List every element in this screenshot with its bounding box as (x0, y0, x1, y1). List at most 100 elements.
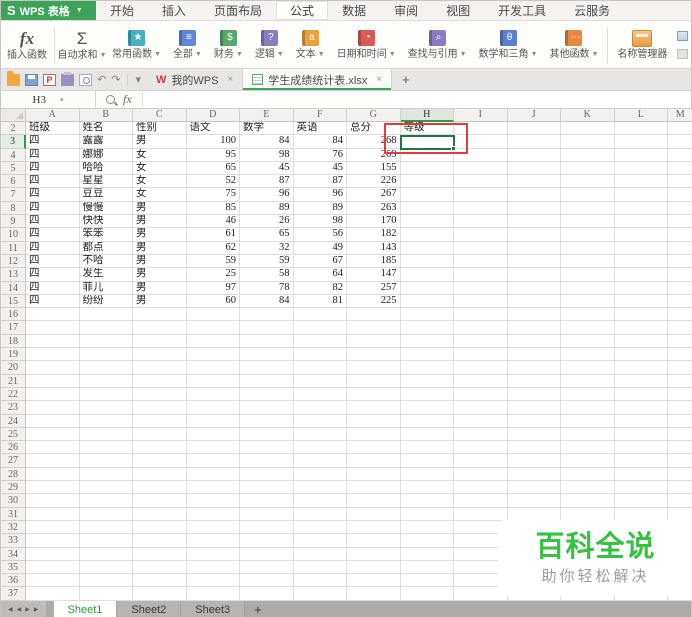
cell-D4[interactable]: 95 (186, 148, 240, 162)
cell-C35[interactable] (133, 560, 187, 575)
cell-H22[interactable] (400, 387, 454, 402)
cell-F30[interactable] (293, 494, 347, 508)
cell-G7[interactable]: 267 (347, 188, 401, 202)
cell-D25[interactable] (186, 427, 240, 442)
cell-F28[interactable] (293, 467, 347, 482)
cell-G18[interactable] (347, 334, 401, 349)
cell-D36[interactable] (186, 574, 240, 588)
cell-F12[interactable]: 67 (293, 254, 347, 269)
cell-H17[interactable] (400, 321, 454, 335)
row-header-33[interactable]: 33 (1, 534, 26, 548)
cell-B19[interactable] (79, 348, 133, 362)
cell-L23[interactable] (614, 401, 668, 415)
cell-A25[interactable] (26, 427, 80, 442)
cell-K3[interactable] (561, 135, 615, 149)
cell-F13[interactable]: 64 (293, 268, 347, 282)
column-header-A[interactable]: A (26, 109, 80, 122)
cell-G8[interactable]: 263 (347, 201, 401, 216)
cell-H36[interactable] (400, 574, 454, 588)
close-icon[interactable]: × (227, 74, 233, 85)
cell-J29[interactable] (507, 481, 561, 495)
cell-D28[interactable] (186, 467, 240, 482)
cell-G5[interactable]: 155 (347, 161, 401, 176)
cell-E35[interactable] (240, 560, 294, 575)
cell-H16[interactable] (400, 308, 454, 322)
cell-M20[interactable] (668, 361, 692, 375)
cell-K24[interactable] (561, 414, 615, 428)
row-header-35[interactable]: 35 (1, 560, 26, 575)
cell-L18[interactable] (614, 334, 668, 349)
cell-I27[interactable] (454, 454, 508, 468)
cell-C15[interactable]: 男 (133, 294, 187, 309)
menu-tab-开发工具[interactable]: 开发工具 (484, 1, 560, 20)
cell-C7[interactable]: 女 (133, 188, 187, 202)
cell-L4[interactable] (614, 148, 668, 162)
cell-A8[interactable]: 四 (26, 201, 80, 216)
cell-K20[interactable] (561, 361, 615, 375)
cell-M9[interactable] (668, 215, 692, 229)
cell-E25[interactable] (240, 427, 294, 442)
cell-K11[interactable] (561, 241, 615, 255)
cell-C21[interactable] (133, 374, 187, 388)
cell-L14[interactable] (614, 281, 668, 295)
cell-J21[interactable] (507, 374, 561, 388)
cell-B17[interactable] (79, 321, 133, 335)
cell-D32[interactable] (186, 520, 240, 535)
cell-L8[interactable] (614, 201, 668, 216)
cell-C28[interactable] (133, 467, 187, 482)
cell-F11[interactable]: 49 (293, 241, 347, 255)
cell-H2[interactable]: 等级 (400, 122, 454, 136)
cell-L6[interactable] (614, 175, 668, 189)
row-header-26[interactable]: 26 (1, 441, 26, 455)
cell-M16[interactable] (668, 308, 692, 322)
cell-B21[interactable] (79, 374, 133, 388)
cell-B37[interactable] (79, 587, 133, 601)
cell-A26[interactable] (26, 441, 80, 455)
cell-J20[interactable] (507, 361, 561, 375)
cell-A31[interactable] (26, 507, 80, 521)
cell-B36[interactable] (79, 574, 133, 588)
column-header-K[interactable]: K (561, 109, 615, 122)
cell-M12[interactable] (668, 255, 692, 269)
cell-E18[interactable] (240, 334, 294, 349)
row-header-25[interactable]: 25 (1, 427, 26, 442)
cell-J22[interactable] (507, 387, 561, 402)
menu-tab-开始[interactable]: 开始 (96, 1, 148, 20)
cell-M5[interactable] (668, 162, 692, 176)
cell-M25[interactable] (668, 428, 692, 442)
cell-A19[interactable] (26, 348, 80, 362)
cell-A9[interactable]: 四 (26, 215, 80, 229)
cell-G6[interactable]: 226 (347, 175, 401, 189)
cell-D27[interactable] (186, 454, 240, 468)
cell-F18[interactable] (293, 334, 347, 349)
sheet-tab-Sheet1[interactable]: Sheet1 (53, 601, 118, 617)
cell-C26[interactable] (133, 441, 187, 455)
row-header-24[interactable]: 24 (1, 414, 26, 428)
row-header-3[interactable]: 3 (1, 135, 26, 149)
cell-L28[interactable] (614, 467, 668, 482)
insert-function-fx-icon[interactable]: fx (123, 92, 132, 107)
cell-B30[interactable] (79, 494, 133, 508)
cell-J7[interactable] (507, 188, 561, 202)
cell-B9[interactable]: 快快 (79, 215, 133, 229)
cell-J4[interactable] (507, 148, 561, 162)
cell-H8[interactable] (400, 201, 454, 216)
cell-E33[interactable] (240, 534, 294, 548)
cell-L27[interactable] (614, 454, 668, 468)
cell-C37[interactable] (133, 587, 187, 601)
cell-J23[interactable] (507, 401, 561, 415)
cell-H13[interactable] (400, 268, 454, 282)
row-header-2[interactable]: 2 (1, 122, 26, 136)
cell-K17[interactable] (561, 321, 615, 335)
cell-F10[interactable]: 56 (293, 228, 347, 242)
cell-E9[interactable]: 26 (240, 215, 294, 229)
category-button-文本[interactable]: a 文本 ▼ (290, 23, 331, 67)
cell-L15[interactable] (614, 294, 668, 309)
cell-G35[interactable] (347, 560, 401, 575)
cell-D37[interactable] (186, 587, 240, 601)
cell-D35[interactable] (186, 560, 240, 575)
cell-C6[interactable]: 女 (133, 175, 187, 189)
category-button-常用函数[interactable]: ★ 常用函数 ▼ (106, 23, 167, 67)
cell-E8[interactable]: 89 (240, 201, 294, 216)
cell-M21[interactable] (668, 375, 692, 388)
